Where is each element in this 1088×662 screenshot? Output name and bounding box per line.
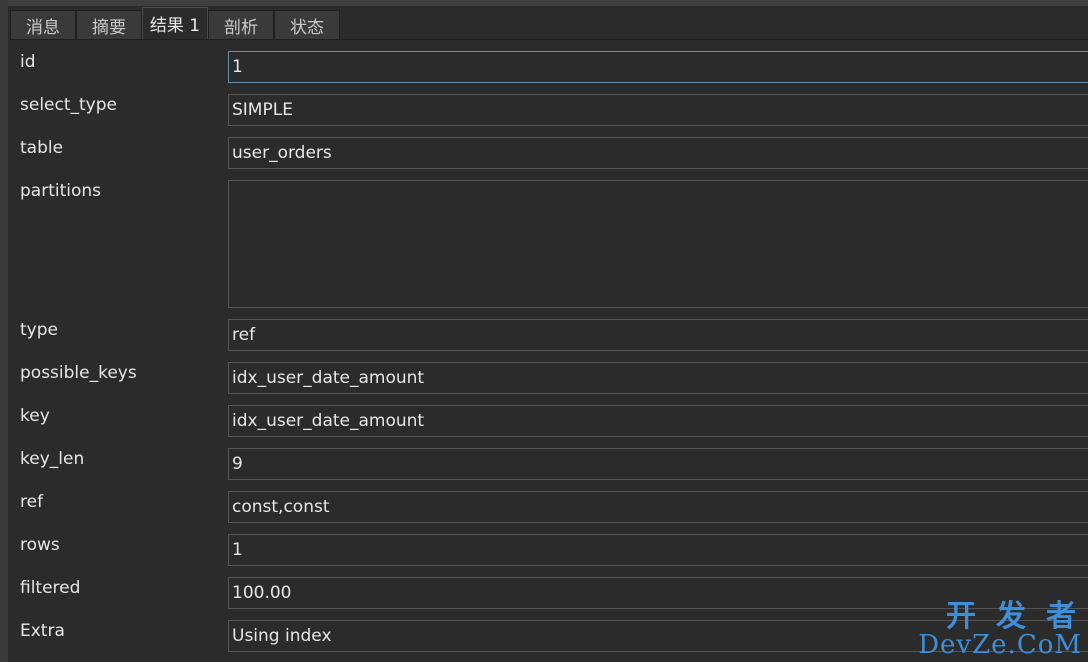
- tab-summary[interactable]: 摘要: [76, 10, 142, 39]
- field-value-type[interactable]: ref: [228, 319, 1088, 351]
- field-row-table: table user_orders: [10, 126, 1088, 169]
- field-value-select-type[interactable]: SIMPLE: [228, 94, 1088, 126]
- tab-result-1[interactable]: 结果 1: [142, 7, 208, 39]
- field-row-partitions: partitions: [10, 169, 1088, 308]
- field-label-extra: Extra: [20, 621, 65, 641]
- field-value-partitions[interactable]: [228, 180, 1088, 308]
- field-value-table[interactable]: user_orders: [228, 137, 1088, 169]
- top-strip: [0, 0, 1088, 6]
- tab-bar: 消息 摘要 结果 1 剖析 状态: [10, 7, 340, 39]
- field-label-ref: ref: [20, 492, 44, 512]
- field-value-id[interactable]: 1: [228, 51, 1088, 83]
- watermark-logo: 开发者 DevZe.CoM: [918, 602, 1082, 660]
- field-label-type: type: [20, 320, 58, 340]
- field-row-possible-keys: possible_keys idx_user_date_amount: [10, 351, 1088, 394]
- tab-messages[interactable]: 消息: [10, 10, 76, 39]
- field-label-table: table: [20, 138, 64, 158]
- tab-status[interactable]: 状态: [274, 10, 340, 39]
- left-gutter: [0, 0, 8, 662]
- field-label-filtered: filtered: [20, 578, 81, 598]
- field-value-rows[interactable]: 1: [228, 534, 1088, 566]
- tab-profile[interactable]: 剖析: [208, 10, 274, 39]
- field-label-possible-keys: possible_keys: [20, 363, 137, 383]
- field-value-ref[interactable]: const,const: [228, 491, 1088, 523]
- field-label-key-len: key_len: [20, 449, 85, 469]
- field-row-key-len: key_len 9: [10, 437, 1088, 480]
- field-label-select-type: select_type: [20, 95, 117, 115]
- field-value-possible-keys[interactable]: idx_user_date_amount: [228, 362, 1088, 394]
- field-label-key: key: [20, 406, 50, 426]
- field-label-rows: rows: [20, 535, 60, 555]
- field-row-id: id 1: [10, 40, 1088, 83]
- field-row-key: key idx_user_date_amount: [10, 394, 1088, 437]
- field-row-type: type ref: [10, 308, 1088, 351]
- result-panel: 消息 摘要 结果 1 剖析 状态 id 1 select_type SIMPLE…: [0, 0, 1088, 662]
- field-label-id: id: [20, 52, 36, 72]
- watermark-line-1: 开发者: [946, 599, 1088, 634]
- field-value-key-len[interactable]: 9: [228, 448, 1088, 480]
- field-row-select-type: select_type SIMPLE: [10, 83, 1088, 126]
- record-form: id 1 select_type SIMPLE table user_order…: [10, 40, 1088, 652]
- field-value-key[interactable]: idx_user_date_amount: [228, 405, 1088, 437]
- field-row-rows: rows 1: [10, 523, 1088, 566]
- field-row-ref: ref const,const: [10, 480, 1088, 523]
- field-label-partitions: partitions: [20, 181, 102, 201]
- watermark-line-2: DevZe.CoM: [918, 630, 1082, 660]
